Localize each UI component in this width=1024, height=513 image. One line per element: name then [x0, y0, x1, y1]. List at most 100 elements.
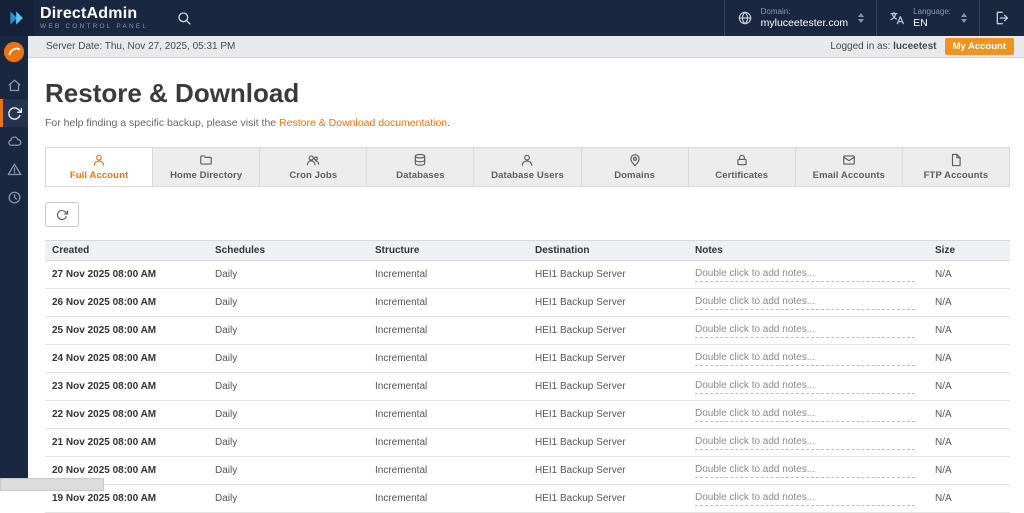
table-row[interactable]: 22 Nov 2025 08:00 AMDailyIncrementalHEI1…	[45, 401, 1010, 429]
warning-icon	[7, 162, 22, 177]
notes-placeholder[interactable]: Double click to add notes...	[695, 492, 915, 506]
cell-size: N/A	[928, 465, 1010, 476]
tab-cron-jobs[interactable]: Cron Jobs	[260, 148, 367, 186]
tab-ftp-accounts[interactable]: FTP Accounts	[903, 148, 1009, 186]
cell-structure: Incremental	[368, 381, 528, 392]
domain-select[interactable]: Domain: myluceetester.com	[724, 0, 877, 36]
cell-notes[interactable]: Double click to add notes...	[688, 268, 928, 282]
language-select[interactable]: Language: EN	[876, 0, 979, 36]
language-spinner-icon[interactable]	[961, 13, 967, 23]
users-icon	[306, 153, 320, 167]
cell-structure: Incremental	[368, 437, 528, 448]
sidebar	[0, 36, 28, 491]
tab-database-users[interactable]: Database Users	[474, 148, 581, 186]
tab-label: Databases	[396, 170, 444, 181]
cell-schedules: Daily	[208, 493, 368, 504]
notes-placeholder[interactable]: Double click to add notes...	[695, 408, 915, 422]
cell-notes[interactable]: Double click to add notes...	[688, 380, 928, 394]
table-body: 27 Nov 2025 08:00 AMDailyIncrementalHEI1…	[45, 261, 1010, 513]
cell-created: 21 Nov 2025 08:00 AM	[45, 437, 208, 448]
domain-spinner-icon[interactable]	[858, 13, 864, 23]
cell-created: 20 Nov 2025 08:00 AM	[45, 465, 208, 476]
tab-databases[interactable]: Databases	[367, 148, 474, 186]
column-header-destination: Destination	[528, 245, 688, 256]
cell-created: 25 Nov 2025 08:00 AM	[45, 325, 208, 336]
cell-created: 19 Nov 2025 08:00 AM	[45, 493, 208, 504]
documentation-link[interactable]: Restore & Download documentation	[279, 117, 447, 129]
cell-notes[interactable]: Double click to add notes...	[688, 296, 928, 310]
sidebar-item-refresh[interactable]	[0, 99, 28, 127]
table-row[interactable]: 24 Nov 2025 08:00 AMDailyIncrementalHEI1…	[45, 345, 1010, 373]
tab-label: Home Directory	[170, 170, 242, 181]
cell-size: N/A	[928, 269, 1010, 280]
my-account-button[interactable]: My Account	[945, 38, 1014, 55]
help-text: For help finding a specific backup, plea…	[45, 117, 1010, 129]
language-value: EN	[913, 17, 951, 30]
logged-in-user: luceetest	[893, 41, 936, 52]
directadmin-logo-icon[interactable]	[0, 0, 34, 36]
cell-destination: HEI1 Backup Server	[528, 269, 688, 280]
notes-placeholder[interactable]: Double click to add notes...	[695, 436, 915, 450]
tab-label: Certificates	[715, 170, 768, 181]
notes-placeholder[interactable]: Double click to add notes...	[695, 324, 915, 338]
cell-schedules: Daily	[208, 409, 368, 420]
domain-value: myluceetester.com	[761, 17, 849, 30]
column-header-schedules: Schedules	[208, 245, 368, 256]
topbar-right: Domain: myluceetester.com Language: EN	[724, 0, 1024, 36]
bottom-left-panel	[0, 478, 104, 491]
tab-domains[interactable]: Domains	[582, 148, 689, 186]
table-row[interactable]: 23 Nov 2025 08:00 AMDailyIncrementalHEI1…	[45, 373, 1010, 401]
notes-placeholder[interactable]: Double click to add notes...	[695, 296, 915, 310]
table-row[interactable]: 25 Nov 2025 08:00 AMDailyIncrementalHEI1…	[45, 317, 1010, 345]
sidebar-item-clock[interactable]	[0, 183, 28, 211]
table-row[interactable]: 21 Nov 2025 08:00 AMDailyIncrementalHEI1…	[45, 429, 1010, 457]
cell-schedules: Daily	[208, 325, 368, 336]
tab-full-account[interactable]: Full Account	[46, 148, 153, 186]
language-label: Language:	[913, 7, 951, 17]
user-avatar-logo[interactable]	[3, 41, 25, 63]
table-row[interactable]: 19 Nov 2025 08:00 AMDailyIncrementalHEI1…	[45, 485, 1010, 513]
cell-schedules: Daily	[208, 437, 368, 448]
tab-certificates[interactable]: Certificates	[689, 148, 796, 186]
cell-destination: HEI1 Backup Server	[528, 325, 688, 336]
statusbar: Server Date: Thu, Nov 27, 2025, 05:31 PM…	[28, 36, 1024, 58]
sidebar-item-warning[interactable]	[0, 155, 28, 183]
refresh-icon	[56, 209, 68, 221]
cell-created: 22 Nov 2025 08:00 AM	[45, 409, 208, 420]
tabs: Full Account Home Directory Cron Jobs Datab…	[45, 147, 1010, 187]
tab-label: Full Account	[70, 170, 128, 181]
topbar: DirectAdmin web control panel Domain: my…	[0, 0, 1024, 36]
cell-notes[interactable]: Double click to add notes...	[688, 324, 928, 338]
translate-icon	[889, 10, 905, 26]
refresh-button[interactable]	[45, 202, 79, 227]
tab-label: Cron Jobs	[289, 170, 337, 181]
notes-placeholder[interactable]: Double click to add notes...	[695, 380, 915, 394]
search-icon[interactable]	[176, 10, 192, 26]
cell-destination: HEI1 Backup Server	[528, 381, 688, 392]
column-header-notes: Notes	[688, 245, 928, 256]
sidebar-item-cloud[interactable]	[0, 127, 28, 155]
sidebar-item-home[interactable]	[0, 71, 28, 99]
cell-notes[interactable]: Double click to add notes...	[688, 352, 928, 366]
tab-home-directory[interactable]: Home Directory	[153, 148, 260, 186]
domain-label: Domain:	[761, 7, 849, 17]
table-row[interactable]: 27 Nov 2025 08:00 AMDailyIncrementalHEI1…	[45, 261, 1010, 289]
cell-notes[interactable]: Double click to add notes...	[688, 464, 928, 478]
cell-notes[interactable]: Double click to add notes...	[688, 492, 928, 506]
cell-schedules: Daily	[208, 353, 368, 364]
notes-placeholder[interactable]: Double click to add notes...	[695, 464, 915, 478]
database-icon	[413, 153, 427, 167]
logout-button[interactable]	[979, 0, 1024, 36]
cell-structure: Incremental	[368, 409, 528, 420]
table-row[interactable]: 20 Nov 2025 08:00 AMDailyIncrementalHEI1…	[45, 457, 1010, 485]
cell-destination: HEI1 Backup Server	[528, 297, 688, 308]
table-row[interactable]: 26 Nov 2025 08:00 AMDailyIncrementalHEI1…	[45, 289, 1010, 317]
cell-notes[interactable]: Double click to add notes...	[688, 408, 928, 422]
notes-placeholder[interactable]: Double click to add notes...	[695, 268, 915, 282]
notes-placeholder[interactable]: Double click to add notes...	[695, 352, 915, 366]
cell-size: N/A	[928, 353, 1010, 364]
cell-notes[interactable]: Double click to add notes...	[688, 436, 928, 450]
tab-email-accounts[interactable]: Email Accounts	[796, 148, 903, 186]
page-title: Restore & Download	[45, 78, 1010, 109]
tab-label: Domains	[614, 170, 655, 181]
